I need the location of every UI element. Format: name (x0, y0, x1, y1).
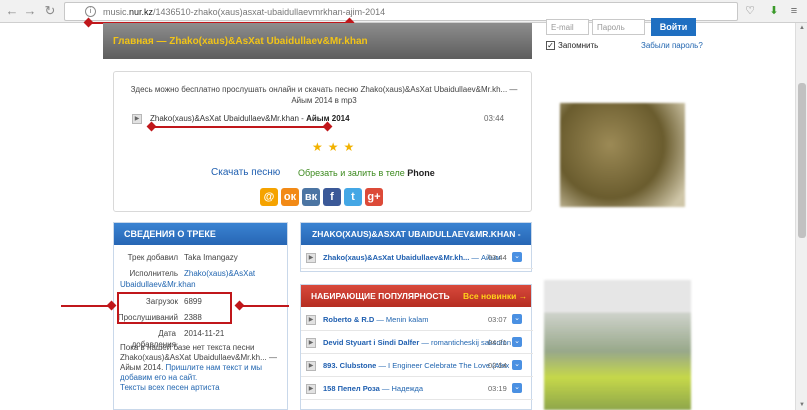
forward-icon[interactable]: → (22, 3, 38, 19)
list-item[interactable]: ▶ Zhako(xaus)&AsXat Ubaidullaev&Mr.kh...… (301, 247, 533, 269)
date-added: 2014-11-21 (184, 329, 225, 338)
download-icon[interactable]: ⌄ (512, 383, 522, 393)
back-icon[interactable]: ← (4, 3, 20, 19)
list-item[interactable]: ▶ 158 Пепел Роза — Надежда 03:19 ⌄ (301, 378, 533, 400)
phone-logo: Phone (407, 168, 435, 178)
download-icon[interactable]: ⌄ (512, 337, 522, 347)
lyrics-note: Пока в нашей базе нет текста песни Zhako… (120, 343, 277, 392)
ad-image[interactable] (560, 103, 685, 207)
header-bar: Главная — Zhako(xaus)&AsXat Ubaidullaev&… (103, 23, 532, 59)
checkbox-icon[interactable]: ✓ (546, 41, 555, 51)
share-twitter-icon[interactable]: t (344, 188, 362, 206)
track-row: ▶ Zhako(xaus)&AsXat Ubaidullaev&Mr.khan … (132, 114, 512, 126)
download-icon[interactable]: ⌄ (512, 252, 522, 262)
annotation-arrow-track (150, 126, 330, 128)
scroll-up-icon[interactable]: ▲ (796, 23, 807, 33)
share-odnoklassniki-icon[interactable]: ок (281, 188, 299, 206)
play-icon[interactable]: ▶ (132, 114, 142, 124)
heart-icon[interactable]: ♡ (743, 4, 757, 18)
play-icon[interactable]: ▶ (306, 361, 316, 371)
list-item[interactable]: ▶ Devid Styuart i Sindi Dalfer — romanti… (301, 332, 533, 354)
forgot-password-link[interactable]: Забыли пароль? (641, 41, 703, 50)
breadcrumb: Главная — Zhako(xaus)&AsXat Ubaidullaev&… (113, 36, 368, 47)
annotation-arrow-left (61, 305, 113, 307)
added-by-link[interactable]: Taka Imangazy (184, 252, 238, 263)
menu-icon[interactable]: ≡ (787, 4, 801, 18)
track-description: Здесь можно бесплатно прослушать онлайн … (130, 85, 518, 105)
reload-icon[interactable]: ↻ (42, 3, 58, 19)
annotation-highlight-box (117, 292, 232, 324)
player-box: Здесь можно бесплатно прослушать онлайн … (113, 71, 532, 212)
remember-checkbox[interactable]: ✓ Запомнить (546, 41, 598, 51)
all-lyrics-link[interactable]: Тексты всех песен артиста (120, 383, 220, 392)
download-arrow-icon[interactable]: ⬇ (767, 4, 781, 18)
list-item[interactable]: ▶ Roberto & R.D — Menin kalam 03:07 ⌄ (301, 309, 533, 331)
artist-link[interactable]: Zhako(xaus)&AsXat (184, 268, 255, 279)
share-googleplus-icon[interactable]: g+ (365, 188, 383, 206)
breadcrumb-current[interactable]: Zhako(xaus)&AsXat Ubaidullaev&Mr.khan (169, 36, 367, 47)
password-field[interactable]: Пароль (592, 19, 645, 35)
play-icon[interactable]: ▶ (306, 253, 316, 263)
play-icon[interactable]: ▶ (306, 384, 316, 394)
email-field[interactable]: E-mail (546, 19, 589, 35)
list-item[interactable]: ▶ 893. Clubstone — I Engineer Celebrate … (301, 355, 533, 377)
scrollbar[interactable]: ▲ ▼ (795, 23, 807, 410)
ad-image[interactable] (544, 280, 691, 410)
artist-link[interactable]: Ubaidullaev&Mr.khan (120, 279, 196, 290)
track-time: 03:44 (484, 114, 505, 123)
related-title: ZHAKO(XAUS)&ASXAT UBAIDULLAEV&MR.KHAN - (301, 223, 531, 245)
all-new-link[interactable]: Все новинки → (463, 291, 527, 301)
popular-tracks-box: НАБИРАЮЩИЕ ПОПУЛЯРНОСТЬ Все новинки → ▶ … (300, 284, 533, 410)
page-info-icon[interactable]: i (85, 6, 96, 17)
share-vk-icon[interactable]: вк (302, 188, 320, 206)
login-button[interactable]: Войти (651, 18, 696, 36)
download-link[interactable]: Скачать песню (211, 167, 280, 178)
breadcrumb-home[interactable]: Главная (113, 36, 154, 47)
ringtone-link[interactable]: Обрезать и залить в теле Phone (298, 168, 435, 178)
scroll-down-icon[interactable]: ▼ (796, 400, 807, 410)
related-tracks-box: ZHAKO(XAUS)&ASXAT UBAIDULLAEV&MR.KHAN - … (300, 222, 533, 272)
rating-stars[interactable]: ★★★ (312, 140, 359, 154)
annotation-arrow-right (237, 305, 289, 307)
download-icon[interactable]: ⌄ (512, 360, 522, 370)
download-icon[interactable]: ⌄ (512, 314, 522, 324)
track-info-title: СВЕДЕНИЯ О ТРЕКЕ (114, 223, 287, 245)
play-icon[interactable]: ▶ (306, 315, 316, 325)
play-icon[interactable]: ▶ (306, 338, 316, 348)
share-email-icon[interactable]: @ (260, 188, 278, 206)
share-facebook-icon[interactable]: f (323, 188, 341, 206)
track-title: Zhako(xaus)&AsXat Ubaidullaev&Mr.khan - … (150, 114, 350, 123)
scroll-thumb[interactable] (798, 83, 806, 238)
url-text: music.nur.kz/1436510-zhako(xaus)asxat-ub… (103, 7, 386, 17)
